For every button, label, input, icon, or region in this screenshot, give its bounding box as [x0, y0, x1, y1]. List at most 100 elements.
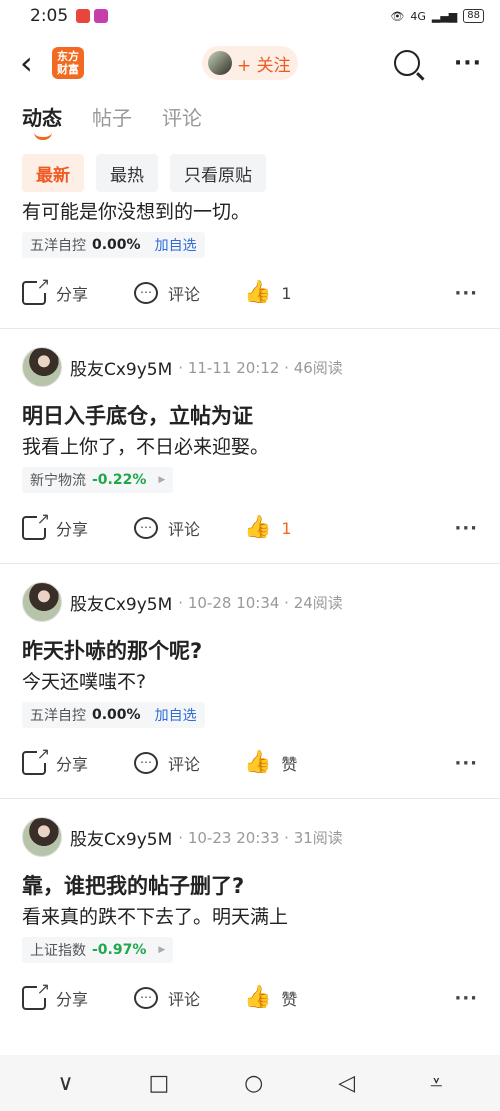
- status-time: 2:05: [30, 6, 69, 26]
- caret-right-icon: ▶: [158, 475, 166, 485]
- like-button[interactable]: 👍 1: [244, 282, 292, 304]
- post-actions: 分享 ⋯评论 👍赞 ···: [22, 728, 478, 798]
- battery-icon: 88: [463, 9, 484, 23]
- post-body: 看来真的跌不下去了。明天满上: [22, 906, 289, 928]
- comment-label: 评论: [168, 520, 201, 539]
- comment-button[interactable]: ⋯ 评论: [134, 751, 244, 775]
- stock-tag[interactable]: 新宁物流 -0.22% ▶: [22, 467, 174, 493]
- filter-hot[interactable]: 最热: [96, 154, 158, 192]
- comment-icon: ⋯: [134, 752, 158, 774]
- brand-logo: 东方 财富: [52, 47, 84, 79]
- app-notification-icon: [76, 9, 91, 23]
- more-icon[interactable]: ···: [454, 753, 478, 774]
- comment-button[interactable]: ⋯ 评论: [134, 281, 244, 305]
- status-bar: 2:05 👁 4G ▂▄▆ 88: [0, 0, 500, 32]
- add-watchlist-button[interactable]: 加自选: [155, 705, 197, 725]
- more-icon[interactable]: ···: [454, 518, 478, 539]
- system-nav-bar: ∨ □ ○ ◁ ⩡: [0, 1055, 500, 1111]
- back-icon[interactable]: ‹: [20, 47, 50, 79]
- stock-tag[interactable]: 上证指数 -0.97% ▶: [22, 937, 174, 963]
- post-body: 有可能是你没想到的一切。: [22, 201, 251, 223]
- author-row: 股友Cx9y5M · 10-23 20:33 · 31阅读: [22, 813, 478, 861]
- post-meta: · 10-28 10:34 · 24阅读: [178, 593, 343, 612]
- more-icon[interactable]: ···: [454, 283, 478, 304]
- share-icon: [22, 744, 50, 775]
- share-icon: [22, 274, 50, 305]
- stock-name: 五洋自控: [30, 708, 86, 724]
- post-actions: 分享 ⋯评论 👍1 ···: [22, 258, 478, 328]
- like-count: 赞: [281, 755, 298, 774]
- stock-change: -0.22%: [92, 472, 147, 488]
- post-actions: 分享 ⋯评论 👍1 ···: [22, 493, 478, 563]
- top-bar: ‹ 东方 财富 + 关注 ···: [0, 32, 500, 94]
- tab-comments[interactable]: 评论: [162, 102, 202, 146]
- stock-name: 上证指数: [30, 943, 86, 959]
- comment-icon: ⋯: [134, 517, 158, 539]
- app-notification-icon: [94, 9, 109, 23]
- recents-icon[interactable]: □: [148, 1071, 169, 1096]
- like-button[interactable]: 👍 赞: [244, 986, 297, 1010]
- share-label: 分享: [56, 990, 89, 1009]
- post-item[interactable]: 有可能是你没想到的一切。 五洋自控 0.00% 加自选 分享 ⋯评论 👍1 ··…: [0, 196, 500, 329]
- like-count: 1: [281, 283, 292, 303]
- comment-button[interactable]: ⋯ 评论: [134, 516, 244, 540]
- tab-bar: 动态 帖子 评论: [0, 94, 500, 146]
- author-name[interactable]: 股友Cx9y5M: [70, 825, 172, 850]
- menu-icon[interactable]: ⩡: [430, 1071, 442, 1096]
- tab-posts[interactable]: 帖子: [92, 102, 132, 146]
- share-icon: [22, 509, 50, 540]
- thumbs-up-icon: 👍: [244, 750, 272, 775]
- avatar[interactable]: [22, 582, 62, 622]
- author-name[interactable]: 股友Cx9y5M: [70, 355, 172, 380]
- like-count: 1: [281, 518, 292, 538]
- comment-label: 评论: [168, 990, 201, 1009]
- post-item[interactable]: 股友Cx9y5M · 11-11 20:12 · 46阅读 明日入手底仓，立帖为…: [0, 343, 500, 564]
- share-label: 分享: [56, 285, 89, 304]
- back-nav-icon[interactable]: ◁: [338, 1071, 355, 1096]
- share-label: 分享: [56, 520, 89, 539]
- comment-button[interactable]: ⋯ 评论: [134, 986, 244, 1010]
- comment-icon: ⋯: [134, 987, 158, 1009]
- post-item[interactable]: 股友Cx9y5M · 10-28 10:34 · 24阅读 昨天扑哧的那个呢? …: [0, 578, 500, 799]
- share-button[interactable]: 分享: [22, 744, 134, 775]
- more-icon[interactable]: ···: [454, 51, 482, 76]
- collapse-icon[interactable]: ∨: [57, 1071, 73, 1096]
- avatar[interactable]: [22, 817, 62, 857]
- post-title: 靠，谁把我的帖子删了?: [22, 874, 245, 898]
- author-name[interactable]: 股友Cx9y5M: [70, 590, 172, 615]
- search-icon[interactable]: [393, 50, 420, 76]
- stock-tag[interactable]: 五洋自控 0.00% 加自选: [22, 232, 205, 258]
- filter-latest[interactable]: 最新: [22, 154, 84, 192]
- add-watchlist-button[interactable]: 加自选: [155, 235, 197, 255]
- post-body: 我看上你了，不日必来迎娶。: [22, 436, 270, 458]
- share-button[interactable]: 分享: [22, 274, 134, 305]
- share-label: 分享: [56, 755, 89, 774]
- more-icon[interactable]: ···: [454, 988, 478, 1009]
- post-body: 今天还噗嗤不?: [22, 671, 147, 693]
- post-title: 明日入手底仓，立帖为证: [22, 404, 253, 428]
- caret-right-icon: ▶: [158, 945, 166, 955]
- stock-change: 0.00%: [92, 707, 141, 723]
- share-button[interactable]: 分享: [22, 979, 134, 1010]
- avatar[interactable]: [22, 347, 62, 387]
- like-button[interactable]: 👍 赞: [244, 751, 297, 775]
- thumbs-up-icon: 👍: [244, 515, 272, 540]
- avatar: [208, 51, 232, 75]
- comment-label: 评论: [168, 755, 201, 774]
- follow-button[interactable]: + 关注: [202, 46, 298, 80]
- post-meta: · 11-11 20:12 · 46阅读: [178, 358, 343, 377]
- stock-tag[interactable]: 五洋自控 0.00% 加自选: [22, 702, 205, 728]
- tab-dynamic[interactable]: 动态: [22, 102, 62, 146]
- like-count: 赞: [281, 990, 298, 1009]
- stock-change: -0.97%: [92, 942, 147, 958]
- home-icon[interactable]: ○: [244, 1071, 263, 1096]
- like-button[interactable]: 👍 1: [244, 517, 292, 539]
- post-meta: · 10-23 20:33 · 31阅读: [178, 828, 343, 847]
- filter-original-only[interactable]: 只看原贴: [170, 154, 266, 192]
- network-label: 4G: [410, 9, 426, 23]
- post-item[interactable]: 股友Cx9y5M · 10-23 20:33 · 31阅读 靠，谁把我的帖子删了…: [0, 813, 500, 1033]
- author-row: 股友Cx9y5M · 10-28 10:34 · 24阅读: [22, 578, 478, 626]
- share-button[interactable]: 分享: [22, 509, 134, 540]
- comment-icon: ⋯: [134, 282, 158, 304]
- stock-name: 新宁物流: [30, 473, 86, 489]
